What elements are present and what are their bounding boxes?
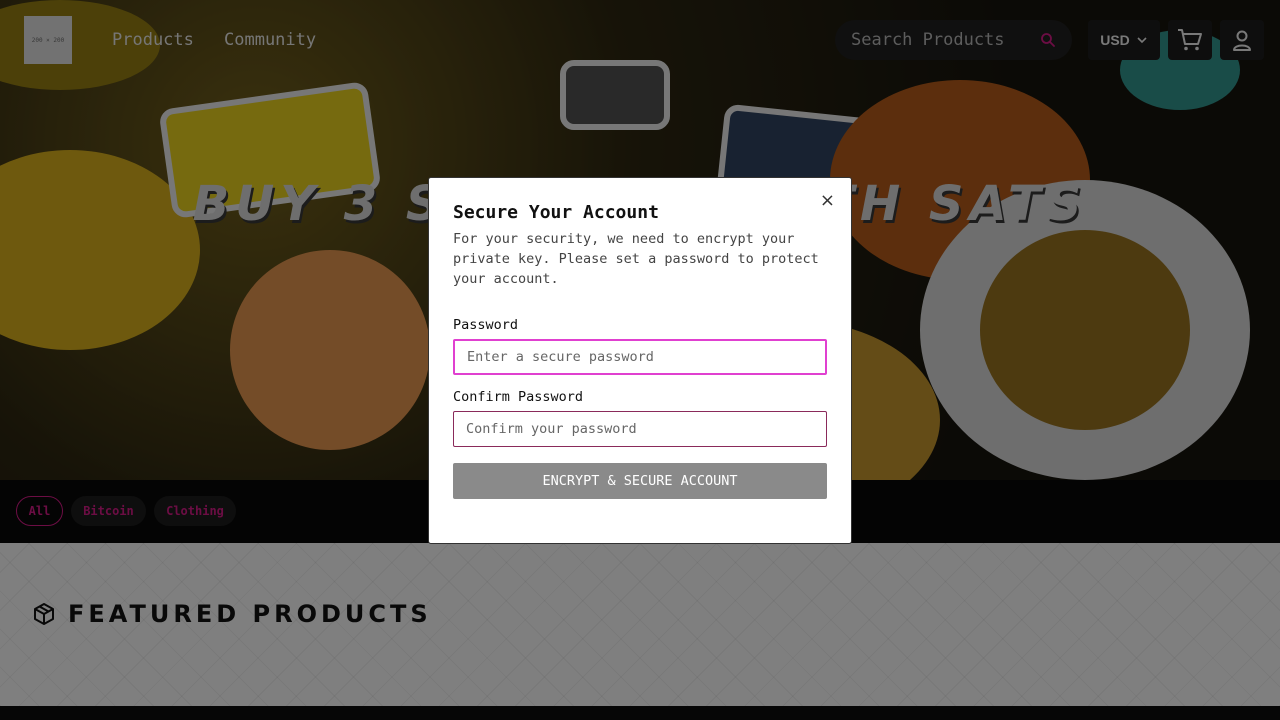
confirm-password-field[interactable] xyxy=(453,411,827,447)
password-label: Password xyxy=(453,317,519,333)
modal-description: For your security, we need to encrypt yo… xyxy=(453,231,819,287)
secure-account-modal: × Secure Your Account For your security,… xyxy=(428,177,852,544)
password-field[interactable] xyxy=(453,339,827,375)
close-icon[interactable]: × xyxy=(820,192,835,210)
modal-title: Secure Your Account xyxy=(453,202,659,223)
encrypt-secure-button[interactable]: ENCRYPT & SECURE ACCOUNT xyxy=(453,463,827,499)
confirm-password-label: Confirm Password xyxy=(453,389,584,405)
